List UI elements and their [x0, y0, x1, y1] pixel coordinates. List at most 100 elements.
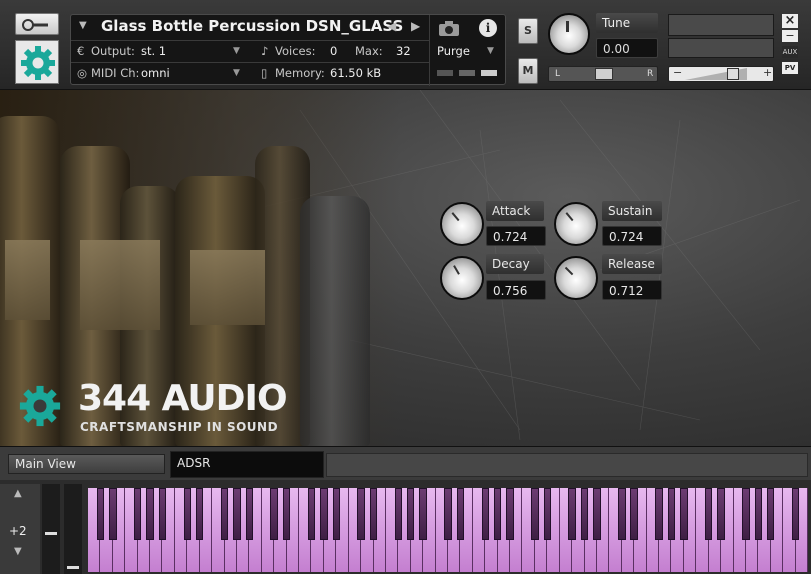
black-key[interactable]: [320, 488, 328, 540]
aux-button[interactable]: AUX: [782, 46, 798, 58]
release-label: Release: [602, 254, 662, 274]
black-key[interactable]: [680, 488, 688, 540]
output-value[interactable]: st. 1: [141, 44, 166, 58]
purge-dropdown-icon[interactable]: ▼: [487, 46, 494, 56]
black-key[interactable]: [667, 488, 676, 540]
wrench-icon: [22, 19, 48, 31]
decay-knob[interactable]: [440, 256, 484, 300]
black-key[interactable]: [717, 488, 725, 540]
octave-up-icon[interactable]: ▲: [14, 488, 22, 499]
output-icon: €: [77, 44, 85, 58]
brand-gear-logo: [14, 380, 66, 432]
black-key[interactable]: [183, 488, 192, 540]
sustain-knob[interactable]: [554, 202, 598, 246]
minimize-button[interactable]: −: [782, 30, 798, 42]
tab-main-view[interactable]: Main View: [8, 454, 165, 474]
black-key[interactable]: [618, 488, 626, 540]
tune-knob[interactable]: [548, 13, 590, 55]
keyboard-area: ▲ +2 ▼: [0, 480, 811, 574]
piano-keyboard[interactable]: [88, 488, 808, 572]
black-key[interactable]: [220, 488, 229, 540]
instrument-name[interactable]: Glass Bottle Percussion DSN_GLASS: [101, 17, 403, 35]
black-key[interactable]: [146, 488, 154, 540]
black-key[interactable]: [407, 488, 415, 540]
instrument-menu-arrow-icon[interactable]: ▼: [79, 20, 87, 31]
memory-label: Memory:: [275, 66, 325, 80]
pan-slider-handle[interactable]: [595, 68, 613, 80]
black-key[interactable]: [791, 488, 800, 540]
release-value[interactable]: 0.712: [602, 280, 662, 300]
black-key[interactable]: [96, 488, 105, 540]
tab-adsr[interactable]: ADSR: [170, 451, 324, 478]
black-key[interactable]: [580, 488, 589, 540]
black-key[interactable]: [630, 488, 638, 540]
volume-slider-handle[interactable]: [727, 68, 739, 80]
volume-plus-icon[interactable]: +: [763, 66, 772, 79]
black-key[interactable]: [742, 488, 750, 540]
max-voices-value[interactable]: 32: [396, 44, 411, 58]
info-row-divider: [71, 40, 429, 41]
black-key[interactable]: [369, 488, 378, 540]
mute-button[interactable]: M: [518, 58, 538, 84]
black-key[interactable]: [357, 488, 365, 540]
black-key[interactable]: [307, 488, 316, 540]
pan-slider[interactable]: L R: [548, 66, 658, 82]
pan-left-label: L: [555, 69, 561, 79]
info-icon[interactable]: i: [479, 19, 497, 37]
pan-right-label: R: [647, 69, 654, 79]
black-key[interactable]: [493, 488, 502, 540]
black-key[interactable]: [704, 488, 713, 540]
black-key[interactable]: [531, 488, 539, 540]
close-button[interactable]: ×: [782, 14, 798, 28]
midi-dropdown-icon[interactable]: ▼: [233, 68, 240, 78]
tune-value[interactable]: 0.00: [596, 38, 658, 58]
prev-instrument-icon[interactable]: ◀: [387, 19, 396, 33]
black-key[interactable]: [109, 488, 117, 540]
octave-down-icon[interactable]: ▼: [14, 546, 22, 557]
black-key[interactable]: [481, 488, 489, 540]
pv-button[interactable]: PV: [782, 62, 798, 74]
black-key[interactable]: [444, 488, 452, 540]
pitch-wheel[interactable]: [42, 484, 60, 574]
attack-value[interactable]: 0.724: [486, 226, 546, 246]
next-instrument-icon[interactable]: ▶: [411, 19, 420, 33]
black-key[interactable]: [233, 488, 241, 540]
black-key[interactable]: [270, 488, 278, 540]
black-key[interactable]: [332, 488, 340, 540]
black-key[interactable]: [196, 488, 204, 540]
memory-value: 61.50 kB: [330, 66, 382, 80]
snapshot-camera-icon[interactable]: [437, 19, 461, 37]
instrument-icon-button[interactable]: [15, 40, 59, 84]
black-key[interactable]: [593, 488, 601, 540]
volume-slider[interactable]: − +: [668, 66, 774, 82]
voices-value: 0: [330, 44, 338, 58]
black-key[interactable]: [394, 488, 403, 540]
instrument-info-box: ▼ Glass Bottle Percussion DSN_GLASS ◀ ▶ …: [70, 14, 506, 86]
black-key[interactable]: [282, 488, 291, 540]
black-key[interactable]: [133, 488, 142, 540]
black-key[interactable]: [543, 488, 552, 540]
black-key[interactable]: [767, 488, 775, 540]
wrench-button[interactable]: [15, 13, 59, 35]
black-key[interactable]: [506, 488, 514, 540]
black-key[interactable]: [568, 488, 576, 540]
black-key[interactable]: [456, 488, 465, 540]
midi-channel-value[interactable]: omni: [141, 66, 170, 80]
max-label: Max:: [355, 44, 383, 58]
black-key[interactable]: [158, 488, 167, 540]
solo-button[interactable]: S: [518, 18, 538, 44]
mod-wheel[interactable]: [64, 484, 82, 574]
black-key[interactable]: [245, 488, 254, 540]
black-key[interactable]: [655, 488, 663, 540]
black-key[interactable]: [419, 488, 427, 540]
attack-knob[interactable]: [440, 202, 484, 246]
release-knob[interactable]: [554, 256, 598, 300]
purge-button[interactable]: Purge: [437, 44, 470, 58]
volume-minus-icon[interactable]: −: [673, 66, 682, 79]
output-dropdown-icon[interactable]: ▼: [233, 46, 240, 56]
midi-icon: ◎: [77, 66, 88, 80]
attack-knob-body: [440, 202, 484, 246]
black-key[interactable]: [754, 488, 763, 540]
sustain-value[interactable]: 0.724: [602, 226, 662, 246]
decay-value[interactable]: 0.756: [486, 280, 546, 300]
